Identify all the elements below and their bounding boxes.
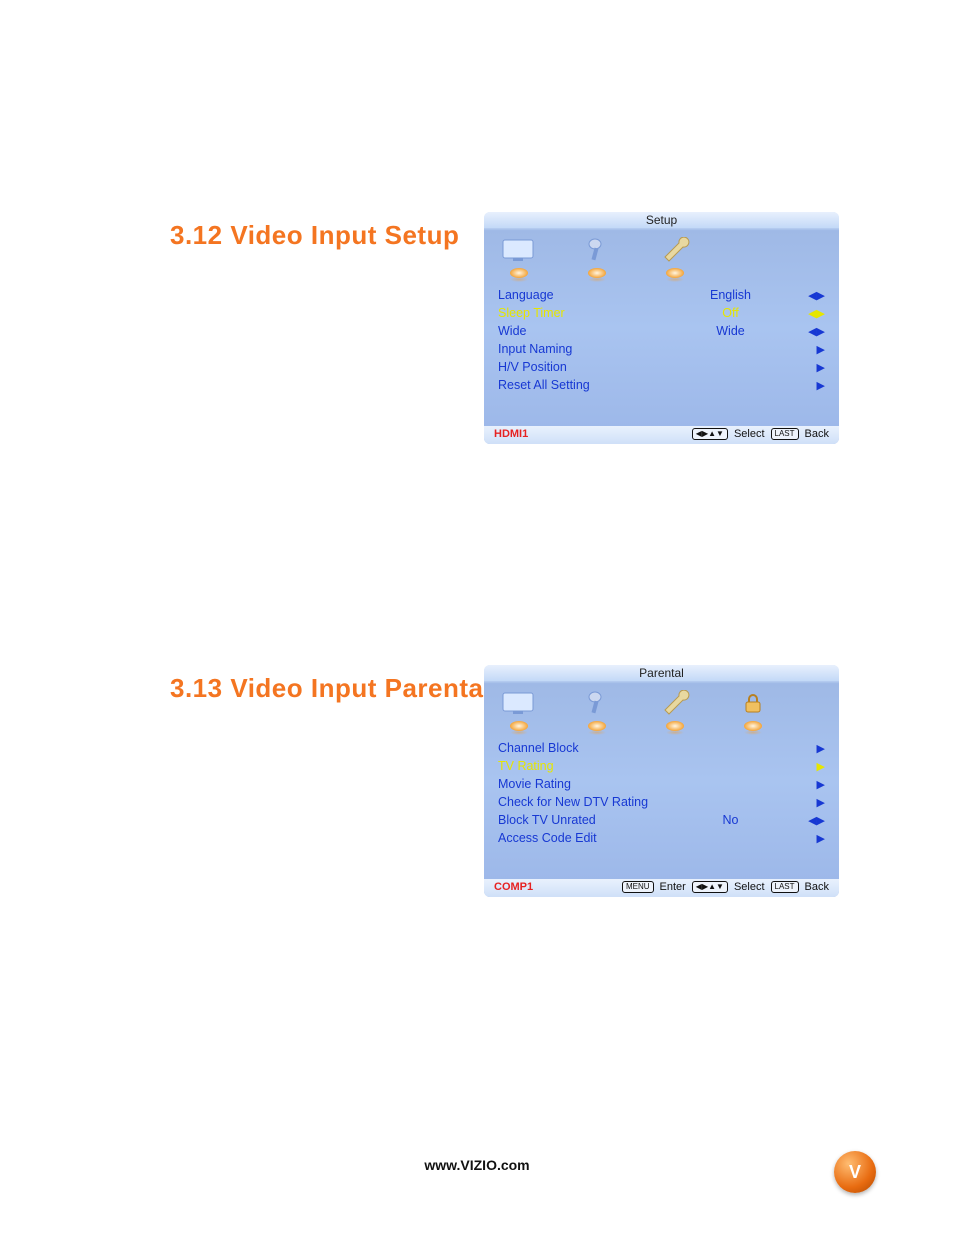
menu-item-block-tv-unrated[interactable]: Block TV Unrated No ◀▶ (498, 811, 825, 829)
sub-dot-icon (732, 721, 774, 731)
osd-rows-parental: Channel Block ▶ TV Rating ▶ Movie Rating… (484, 735, 839, 879)
sub-dot-icon (576, 268, 618, 278)
menu-value: Wide (658, 324, 803, 338)
lock-icon[interactable] (732, 687, 774, 719)
menu-item-sleep-timer[interactable]: Sleep Timer Off ◀▶ (498, 304, 825, 322)
section-video-input-parental: 3.13 Video Input Parental Control Parent… (170, 673, 839, 1016)
menu-item-hv-position[interactable]: H/V Position ▶ (498, 358, 825, 376)
menu-item-access-code-edit[interactable]: Access Code Edit ▶ (498, 829, 825, 847)
section-video-input-setup: 3.12 Video Input Setup Setup (170, 220, 839, 563)
sub-dot-icon (498, 268, 540, 278)
menu-item-wide[interactable]: Wide Wide ◀▶ (498, 322, 825, 340)
osd-subicon-row (484, 721, 839, 735)
menu-label: H/V Position (498, 360, 658, 374)
menu-item-movie-rating[interactable]: Movie Rating ▶ (498, 775, 825, 793)
hint-box: LAST (771, 881, 799, 893)
tv-icon[interactable] (498, 687, 540, 719)
osd-parental-panel: Parental (484, 665, 839, 897)
hint-text: Back (805, 881, 829, 893)
osd-setup-panel: Setup Language Engl (484, 212, 839, 444)
menu-label: Language (498, 288, 658, 302)
wrench-icon[interactable] (654, 234, 696, 266)
hint-text: Select (734, 428, 765, 440)
menu-item-check-dtv-rating[interactable]: Movie Rating Check for New DTV Rating ▶ (498, 793, 825, 811)
hint-box: LAST (771, 428, 799, 440)
menu-label: TV Rating (498, 759, 658, 773)
menu-item-input-naming[interactable]: Input Naming ▶ (498, 340, 825, 358)
page-footer-url: www.VIZIO.com (0, 1157, 954, 1173)
r-arrow-icon: ▶ (803, 742, 825, 755)
tv-icon[interactable] (498, 234, 540, 266)
sub-dot-icon (654, 268, 696, 278)
input-source-label: HDMI1 (494, 428, 528, 440)
hint-box: MENU (622, 881, 654, 893)
osd-footer: HDMI1 ◀▶▲▼ Select LAST Back (484, 426, 839, 444)
menu-item-tv-rating[interactable]: TV Rating ▶ (498, 757, 825, 775)
menu-value: Off (658, 306, 803, 320)
menu-value: English (658, 288, 803, 302)
sub-dot-icon (498, 721, 540, 731)
hint-text: Back (805, 428, 829, 440)
menu-label: Channel Block (498, 741, 658, 755)
menu-value: No (658, 813, 803, 827)
footer-hints: MENU Enter ◀▶▲▼ Select LAST Back (622, 881, 829, 893)
vizio-logo-icon: V (834, 1151, 876, 1193)
hint-box: ◀▶▲▼ (692, 428, 728, 440)
osd-title: Setup (484, 212, 839, 228)
osd-title: Parental (484, 665, 839, 681)
footer-hints: ◀▶▲▼ Select LAST Back (692, 428, 829, 440)
r-arrow-icon: ▶ (803, 832, 825, 845)
menu-label: Movie Rating (498, 777, 658, 791)
menu-item-language[interactable]: Language English ◀▶ (498, 286, 825, 304)
osd-icon-row (484, 228, 839, 268)
menu-label: Check for New DTV Rating (498, 795, 658, 809)
osd-icon-row (484, 681, 839, 721)
menu-label: Wide (498, 324, 658, 338)
input-source-label: COMP1 (494, 881, 533, 893)
osd-rows-setup: Language English ◀▶ Sleep Timer Off ◀▶ W… (484, 282, 839, 426)
hint-box: ◀▶▲▼ (692, 881, 728, 893)
menu-item-reset-all[interactable]: Reset All Setting ▶ (498, 376, 825, 394)
menu-label: Input Naming (498, 342, 658, 356)
osd-footer: COMP1 MENU Enter ◀▶▲▼ Select LAST Back (484, 879, 839, 897)
r-arrow-icon: ▶ (803, 379, 825, 392)
osd-subicon-row (484, 268, 839, 282)
mic-icon[interactable] (576, 234, 618, 266)
lr-arrow-icon: ◀▶ (803, 307, 825, 320)
menu-label: Access Code Edit (498, 831, 658, 845)
lr-arrow-icon: ◀▶ (803, 814, 825, 827)
menu-item-channel-block[interactable]: Channel Block ▶ (498, 739, 825, 757)
r-arrow-icon: ▶ (803, 760, 825, 773)
menu-label: Reset All Setting (498, 378, 658, 392)
sub-dot-icon (654, 721, 696, 731)
lr-arrow-icon: ◀▶ (803, 325, 825, 338)
sub-dot-icon (576, 721, 618, 731)
menu-label: Block TV Unrated (498, 813, 658, 827)
hint-text: Enter (660, 881, 686, 893)
lr-arrow-icon: ◀▶ (803, 289, 825, 302)
wrench-icon[interactable] (654, 687, 696, 719)
mic-icon[interactable] (576, 687, 618, 719)
menu-label: Sleep Timer (498, 306, 658, 320)
r-arrow-icon: ▶ (803, 778, 825, 791)
r-arrow-icon: ▶ (803, 796, 825, 809)
r-arrow-icon: ▶ (803, 361, 825, 374)
hint-text: Select (734, 881, 765, 893)
r-arrow-icon: ▶ (803, 343, 825, 356)
